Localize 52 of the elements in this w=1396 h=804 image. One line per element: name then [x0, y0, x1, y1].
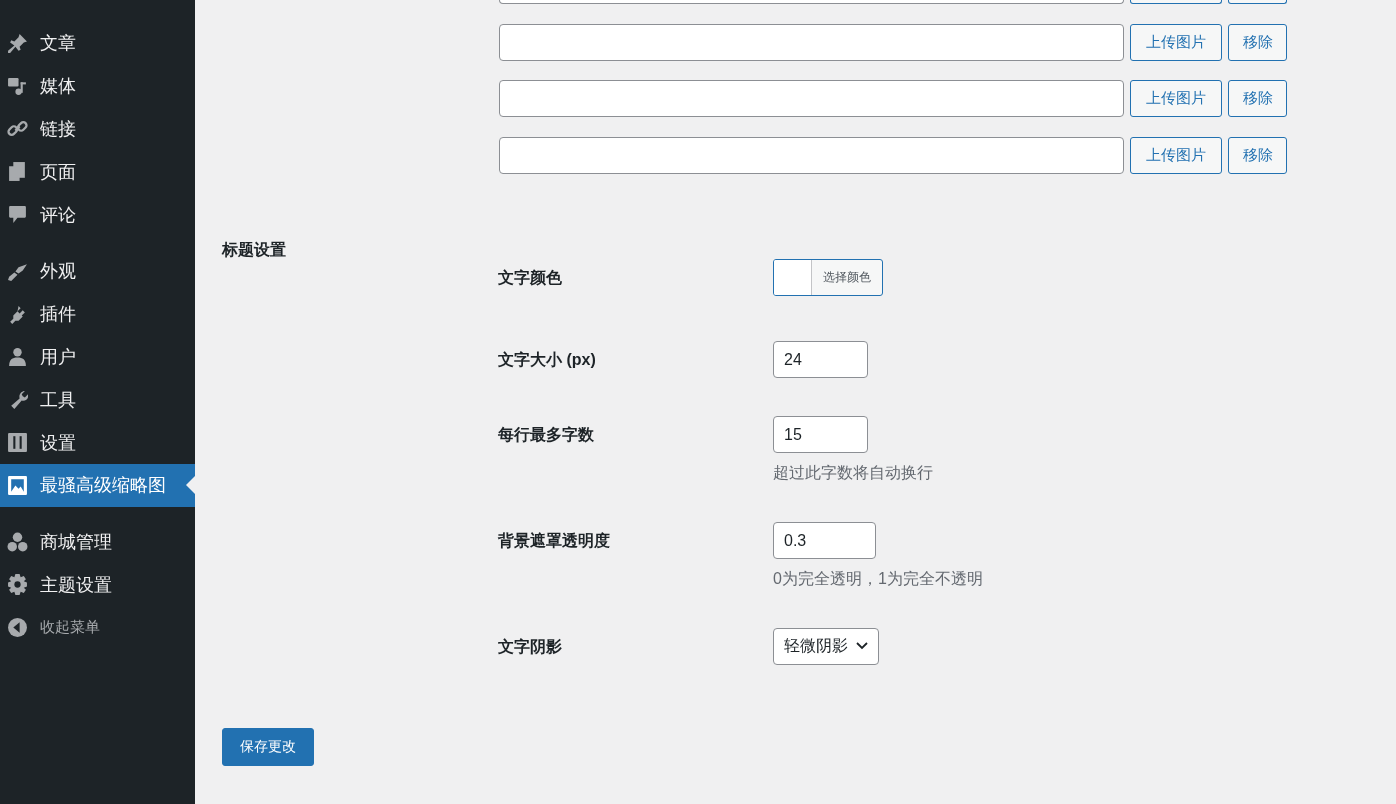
image-url-field[interactable] — [499, 136, 1124, 174]
number-field[interactable]: 0.3 — [773, 521, 876, 559]
sidebar-item[interactable]: 页面 — [0, 150, 195, 194]
circles-icon — [7, 531, 28, 553]
input-field[interactable] — [499, 0, 1124, 4]
save-changes-button[interactable]: 保存更改 — [222, 727, 314, 766]
sliders-icon — [7, 432, 28, 454]
field-hint: 超过此字数将自动换行 — [773, 462, 933, 483]
field-label: 背景遮罩透明度 — [498, 530, 611, 551]
field-label: 文字大小 (px) — [498, 349, 597, 370]
pin-icon — [7, 32, 28, 54]
upload-image-button[interactable]: 上传图片 — [1130, 136, 1222, 174]
number-field[interactable]: 24 — [773, 340, 868, 378]
sidebar-item[interactable]: 评论 — [0, 193, 195, 236]
gear-icon — [7, 574, 28, 596]
sidebar-item[interactable]: 工具 — [0, 378, 195, 422]
comment-icon — [7, 204, 28, 226]
field-hint: 0为完全透明，1为完全不透明 — [773, 568, 983, 589]
upload-image-button[interactable]: 上传图片 — [1130, 23, 1222, 61]
button-edge[interactable] — [1130, 0, 1222, 4]
plug-icon — [7, 303, 28, 325]
chevron-down-icon — [856, 642, 868, 650]
media-icon — [7, 75, 28, 97]
remove-button[interactable]: 移除 — [1228, 80, 1287, 117]
remove-button[interactable]: 移除 — [1228, 136, 1287, 174]
sidebar-item[interactable]: 文章 — [0, 22, 195, 65]
shadow-select[interactable]: 轻微阴影 — [773, 627, 879, 665]
section-heading: 标题设置 — [222, 239, 287, 260]
sidebar-item[interactable]: 用户 — [0, 335, 195, 379]
sidebar-item[interactable]: 商城管理 — [0, 520, 195, 564]
user-icon — [7, 346, 28, 368]
field-label: 文字阴影 — [498, 636, 563, 657]
color-picker-button[interactable]: 选择颜色 — [773, 258, 883, 296]
collapse-menu-button[interactable]: 收起菜单 — [0, 606, 195, 650]
button-edge[interactable] — [1228, 0, 1287, 4]
field-label: 文字颜色 — [498, 267, 563, 288]
image-url-field[interactable] — [499, 80, 1124, 117]
sidebar-item[interactable]: 主题设置 — [0, 563, 195, 607]
sidebar-item[interactable]: 外观 — [0, 250, 195, 293]
image-url-field[interactable] — [499, 23, 1124, 61]
pages-icon — [7, 161, 28, 183]
field-label: 每行最多字数 — [498, 424, 595, 445]
upload-image-button[interactable]: 上传图片 — [1130, 80, 1222, 117]
left-arrow-circle-icon — [7, 617, 28, 639]
remove-button[interactable]: 移除 — [1228, 23, 1287, 61]
sidebar-item[interactable]: 媒体 — [0, 64, 195, 108]
sidebar-item[interactable]: 设置 — [0, 421, 195, 464]
number-field[interactable]: 15 — [773, 415, 868, 453]
sidebar-item[interactable]: 插件 — [0, 292, 195, 336]
sidebar-item[interactable]: 链接 — [0, 107, 195, 151]
sidebar-item[interactable]: 最骚高级缩略图 — [0, 463, 195, 507]
image-icon — [7, 474, 28, 496]
